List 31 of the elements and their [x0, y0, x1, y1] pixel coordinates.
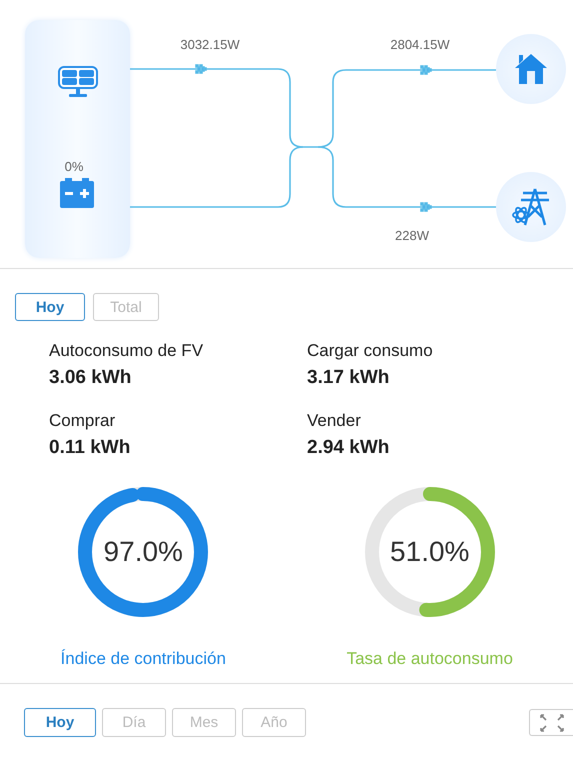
stat-value: 0.11 kWh: [49, 437, 132, 459]
flow-arrow-icon: [195, 64, 207, 74]
home-power: 2804.15W: [390, 37, 450, 52]
period-tab[interactable]: Total: [93, 293, 159, 321]
gauge-label: Índice de contribución: [60, 649, 226, 669]
stat-value: 3.06 kWh: [49, 367, 132, 389]
grid-power: 228W: [395, 228, 429, 243]
solar-power: 3032.15W: [180, 37, 240, 52]
house-icon: [514, 53, 548, 85]
solar-panel-icon: [58, 66, 98, 98]
stat-label: Autoconsumo de FV: [49, 341, 204, 361]
stat-label: Vender: [307, 411, 362, 431]
fullscreen-button[interactable]: [529, 709, 573, 736]
stat-label: Cargar consumo: [307, 341, 434, 361]
battery-percent: 0%: [64, 159, 84, 174]
period-tab[interactable]: Mes: [172, 708, 236, 737]
period-tab[interactable]: Hoy: [15, 293, 85, 321]
gauge-value: 51.0%: [390, 536, 470, 568]
gauge-label: Tasa de autoconsumo: [346, 649, 513, 669]
period-tab[interactable]: Hoy: [24, 708, 96, 737]
fullscreen-icon: [538, 712, 564, 732]
period-tab[interactable]: Año: [242, 708, 306, 737]
stat-value: 3.17 kWh: [307, 367, 390, 389]
flow-arrow-icon: [420, 65, 432, 75]
stat-label: Comprar: [49, 411, 116, 431]
power-tower-icon: [511, 187, 551, 227]
battery-icon: [60, 178, 94, 208]
stat-value: 2.94 kWh: [307, 437, 390, 459]
gauge-value: 97.0%: [104, 536, 183, 568]
flow-arrow-icon: [420, 202, 432, 212]
period-tab[interactable]: Día: [102, 708, 166, 737]
